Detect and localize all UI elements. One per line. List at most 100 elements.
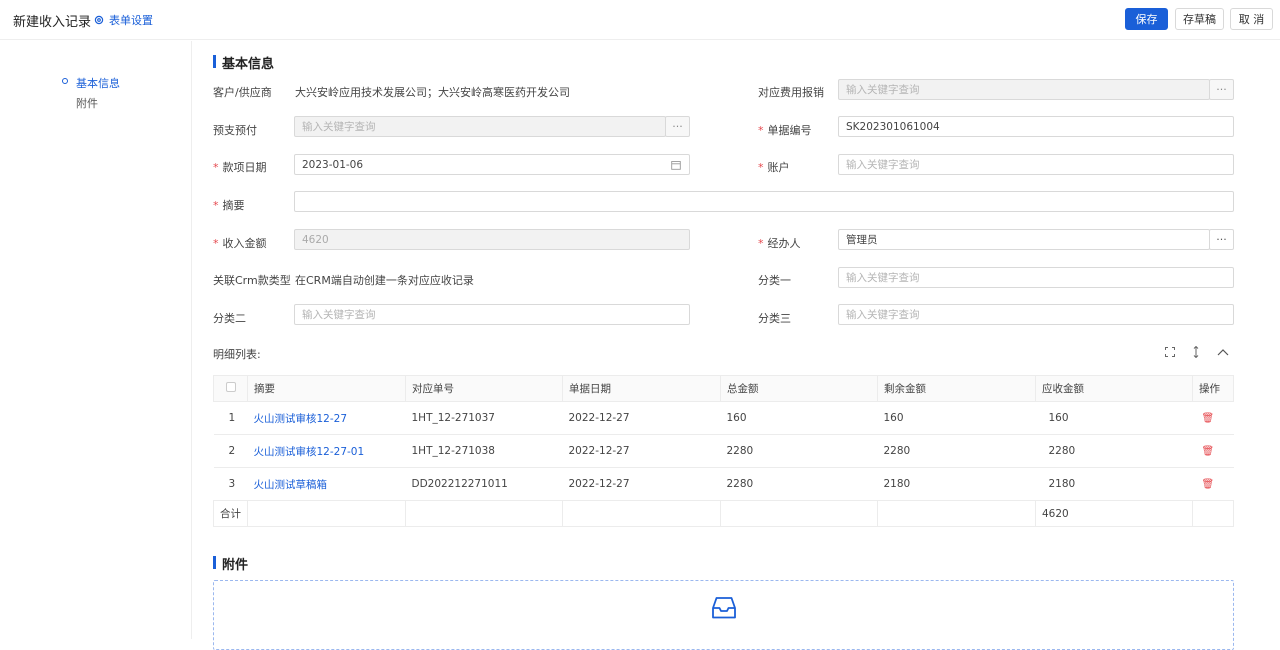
prepay-placeholder: 输入关键字查询 xyxy=(302,121,376,133)
row-summary-link[interactable]: 火山测试审核12-27-01 xyxy=(247,434,406,468)
date-picker[interactable]: 2023-01-06 xyxy=(294,154,690,175)
category2-input[interactable]: 输入关键字查询 xyxy=(294,304,690,325)
row-remaining: 160 xyxy=(877,401,1036,435)
customer-value: 大兴安岭应用技术发展公司；大兴安岭高寒医药开发公司 xyxy=(295,86,570,99)
row-receivable-input[interactable]: 160 xyxy=(1035,401,1193,435)
detail-table: 摘要 对应单号 单据日期 总金额 剩余金额 应收金额 操作 1 火山测试审核12… xyxy=(213,375,1234,527)
sum-empty xyxy=(1192,500,1234,527)
table-row: 3 火山测试草稿箱 DD202212271011 2022-12-27 2280… xyxy=(213,467,1234,501)
amount-label-text: 收入金额 xyxy=(222,237,267,250)
handler-label-text: 经办人 xyxy=(767,237,801,250)
row-ref-no: DD202212271011 xyxy=(405,467,563,501)
category2-placeholder: 输入关键字查询 xyxy=(302,309,376,321)
row-doc-date: 2022-12-27 xyxy=(562,434,721,468)
col-receivable: 应收金额 xyxy=(1035,375,1193,402)
account-label-text: 账户 xyxy=(767,161,790,174)
sum-receivable: 4620 xyxy=(1035,500,1193,527)
row-total: 2280 xyxy=(720,467,878,501)
col-actions: 操作 xyxy=(1192,375,1234,402)
row-ref-no: 1HT_12-271038 xyxy=(405,434,563,468)
amount-input: 4620 xyxy=(294,229,690,250)
summary-input[interactable] xyxy=(294,191,1234,212)
row-summary-link[interactable]: 火山测试草稿箱 xyxy=(247,467,406,501)
col-remaining: 剩余金额 xyxy=(877,375,1036,402)
collapse-chevron-up-icon[interactable] xyxy=(1217,346,1229,358)
row-summary-link[interactable]: 火山测试审核12-27 xyxy=(247,401,406,435)
row-actions: 🗑 xyxy=(1192,467,1234,501)
amount-label: * 收入金额 xyxy=(213,237,267,250)
select-all-checkbox[interactable] xyxy=(226,382,236,392)
anchor-attachment[interactable]: 附件 xyxy=(76,95,98,111)
column-height-icon[interactable] xyxy=(1190,346,1202,358)
category1-placeholder: 输入关键字查询 xyxy=(846,272,920,284)
crm-type-label: 关联Crm款类型 xyxy=(213,274,291,287)
attachment-upload-area[interactable] xyxy=(213,580,1234,650)
sum-empty xyxy=(877,500,1036,527)
category2-label: 分类二 xyxy=(213,312,246,325)
fullscreen-icon[interactable] xyxy=(1164,346,1176,358)
delete-icon[interactable]: 🗑 xyxy=(1202,446,1215,457)
row-doc-date: 2022-12-27 xyxy=(562,467,721,501)
category3-input[interactable]: 输入关键字查询 xyxy=(838,304,1234,325)
row-actions: 🗑 xyxy=(1192,401,1234,435)
prepay-lookup-button[interactable]: ··· xyxy=(665,116,690,137)
row-remaining: 2280 xyxy=(877,434,1036,468)
anchor-basic-info[interactable]: 基本信息 xyxy=(76,75,120,91)
detail-list-title: 明细列表: xyxy=(213,348,261,361)
expense-label: 对应费用报销 xyxy=(758,86,824,99)
row-index: 1 xyxy=(213,401,248,435)
doc-no-input[interactable]: SK202301061004 xyxy=(838,116,1234,137)
expense-placeholder: 输入关键字查询 xyxy=(846,84,920,96)
row-receivable-input[interactable]: 2280 xyxy=(1035,434,1193,468)
delete-icon[interactable]: 🗑 xyxy=(1202,413,1215,424)
col-ref-no: 对应单号 xyxy=(405,375,563,402)
form-settings-link[interactable]: 表单设置 xyxy=(94,12,153,28)
crm-type-value: 在CRM端自动创建一条对应应收记录 xyxy=(295,274,474,287)
save-button[interactable]: 保存 xyxy=(1125,8,1168,30)
handler-input[interactable]: 管理员 xyxy=(838,229,1210,250)
expense-lookup-button[interactable]: ··· xyxy=(1209,79,1234,100)
row-ref-no: 1HT_12-271037 xyxy=(405,401,563,435)
active-anchor-dot-icon xyxy=(62,78,68,84)
expense-input[interactable]: 输入关键字查询 xyxy=(838,79,1210,100)
col-summary: 摘要 xyxy=(247,375,406,402)
category3-label: 分类三 xyxy=(758,312,791,325)
select-all-cell xyxy=(213,375,248,402)
form-settings-label: 表单设置 xyxy=(109,14,153,27)
row-receivable-input[interactable]: 2180 xyxy=(1035,467,1193,501)
row-total: 2280 xyxy=(720,434,878,468)
table-row: 1 火山测试审核12-27 1HT_12-271037 2022-12-27 1… xyxy=(213,401,1234,435)
col-total: 总金额 xyxy=(720,375,878,402)
save-draft-button[interactable]: 存草稿 xyxy=(1175,8,1224,30)
handler-lookup-button[interactable]: ··· xyxy=(1209,229,1234,250)
inbox-icon xyxy=(712,597,736,619)
delete-icon[interactable]: 🗑 xyxy=(1202,479,1215,490)
date-label-text: 款项日期 xyxy=(222,161,267,174)
prepay-input[interactable]: 输入关键字查询 xyxy=(294,116,666,137)
col-doc-date: 单据日期 xyxy=(562,375,721,402)
date-value: 2023-01-06 xyxy=(302,158,364,171)
sum-empty xyxy=(405,500,563,527)
category1-input[interactable]: 输入关键字查询 xyxy=(838,267,1234,288)
handler-label: * 经办人 xyxy=(758,237,801,250)
cancel-button[interactable]: 取 消 xyxy=(1230,8,1273,30)
summary-label-text: 摘要 xyxy=(222,199,245,212)
date-label: * 款项日期 xyxy=(213,161,267,174)
account-placeholder: 输入关键字查询 xyxy=(846,159,920,171)
account-label: * 账户 xyxy=(758,161,790,174)
sum-empty xyxy=(247,500,406,527)
category1-label: 分类一 xyxy=(758,274,791,287)
customer-label: 客户/供应商 xyxy=(213,86,272,99)
anchor-nav xyxy=(0,41,192,639)
page-title: 新建收入记录 xyxy=(13,15,92,30)
account-input[interactable]: 输入关键字查询 xyxy=(838,154,1234,175)
doc-no-label-text: 单据编号 xyxy=(767,124,812,137)
row-total: 160 xyxy=(720,401,878,435)
table-header-row: 摘要 对应单号 单据日期 总金额 剩余金额 应收金额 操作 xyxy=(213,375,1234,402)
section-title-attachment: 附件 xyxy=(213,554,248,573)
sum-empty xyxy=(562,500,721,527)
calendar-icon xyxy=(671,161,681,170)
gear-icon xyxy=(94,15,104,25)
row-index: 2 xyxy=(213,434,248,468)
top-bar: 新建收入记录 表单设置 保存 存草稿 取 消 xyxy=(0,0,1280,40)
